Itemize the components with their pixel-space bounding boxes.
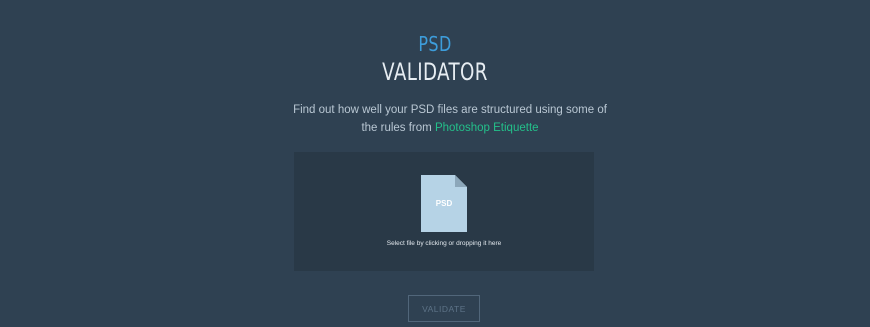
- dropzone-hint: Select file by clicking or dropping it h…: [386, 240, 502, 247]
- description: Find out how well your PSD files are str…: [285, 101, 615, 137]
- file-icon-label: PSD: [435, 199, 453, 208]
- file-dropzone[interactable]: PSD Select file by clicking or dropping …: [294, 152, 594, 271]
- validate-button[interactable]: VALIDATE: [408, 295, 480, 322]
- logo-validator: VALIDATOR: [382, 58, 488, 86]
- photoshop-etiquette-link[interactable]: Photoshop Etiquette: [435, 122, 539, 134]
- psd-file-icon: PSD: [421, 175, 467, 232]
- logo-psd: PSD: [418, 32, 452, 56]
